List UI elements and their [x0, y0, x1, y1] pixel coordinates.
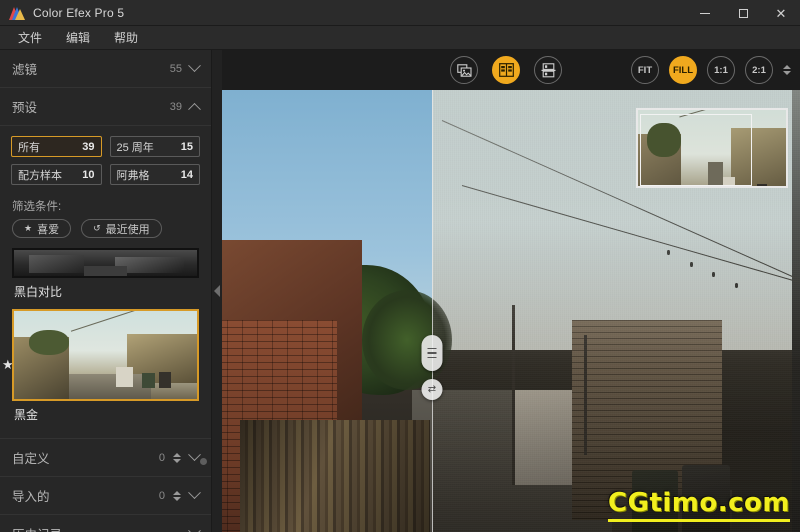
split-horizontal-icon: [541, 62, 555, 77]
zoom-level-group: FIT FILL 1:1 2:1: [631, 56, 791, 84]
category-count: 15: [180, 140, 193, 153]
collapse-left-icon: [214, 285, 220, 297]
left-sidebar: 滤镜 55 预设 39 所有 39 25 周年 15 配方样本 10 阿弗格 1…: [0, 50, 212, 532]
category-afga[interactable]: 阿弗格 14: [109, 164, 200, 185]
custom-section-header[interactable]: 自定义 0: [0, 439, 211, 477]
category-count: 14: [180, 168, 193, 181]
category-label: 阿弗格: [116, 169, 150, 182]
zoom-fit-button[interactable]: FIT: [631, 56, 659, 84]
zoom-2to1-button[interactable]: 2:1: [745, 56, 773, 84]
filter-favorite-pill[interactable]: ★ 喜爱: [12, 219, 72, 238]
menu-bar: 文件 编辑 帮助: [0, 26, 800, 50]
filters-section-header[interactable]: 滤镜 55: [0, 50, 211, 88]
zoom-1to1-button[interactable]: 1:1: [707, 56, 735, 84]
zoom-stepper-icon[interactable]: [783, 65, 791, 75]
presets-section-title: 预设: [12, 101, 38, 115]
view-mode-group: [450, 56, 562, 84]
custom-section-title: 自定义: [12, 452, 50, 466]
watermark: CGtimo.com: [608, 488, 790, 522]
filters-section-count: 55: [169, 62, 182, 75]
star-icon: ★: [24, 223, 33, 233]
filter-conditions-label: 筛选条件:: [12, 201, 62, 213]
split-vertical-view-button[interactable]: [492, 56, 520, 84]
chevron-up-icon: [188, 102, 201, 116]
category-label: 25 周年: [116, 141, 154, 154]
photo-original: [212, 90, 432, 532]
filter-conditions-group: ★ 喜爱 ↺ 最近使用: [0, 219, 211, 248]
preset-label: 黑白对比: [14, 285, 63, 299]
chevron-down-icon: [188, 59, 201, 73]
single-view-button[interactable]: [450, 56, 478, 84]
preset-item-bw-contrast[interactable]: 黑白对比: [0, 248, 211, 309]
image-canvas[interactable]: ⇄ CGtimo.com: [212, 90, 800, 532]
imported-section-count: 0: [158, 489, 165, 502]
split-vertical-icon: [498, 63, 514, 77]
preset-thumbnail: [12, 309, 199, 401]
history-icon: ↺: [93, 223, 101, 233]
main-view: FIT FILL 1:1 2:1 ⇄ CGtimo.com: [212, 50, 800, 532]
stepper-icon[interactable]: [173, 490, 181, 501]
chevron-down-icon: [188, 486, 201, 500]
preset-thumbnail: [12, 248, 199, 278]
navigator-viewport-frame[interactable]: [640, 114, 752, 186]
split-divider-line: [432, 90, 433, 532]
split-divider-handles[interactable]: ⇄: [421, 335, 443, 400]
prism-logo-icon: [9, 6, 25, 20]
imported-section-title: 导入的: [12, 490, 50, 504]
category-all[interactable]: 所有 39: [11, 136, 102, 157]
imported-section-header[interactable]: 导入的 0: [0, 477, 211, 515]
filter-favorite-label: 喜爱: [37, 223, 60, 236]
drag-vertical-icon[interactable]: [421, 335, 443, 371]
menu-file[interactable]: 文件: [8, 26, 52, 49]
zoom-fill-button[interactable]: FILL: [669, 56, 697, 84]
sidebar-collapse-handle[interactable]: [212, 50, 222, 532]
swap-compare-icon[interactable]: ⇄: [421, 379, 443, 400]
chevron-down-icon: [188, 448, 201, 462]
history-section-title: 历史记录: [12, 524, 190, 532]
category-label: 所有: [18, 141, 40, 154]
menu-edit[interactable]: 编辑: [56, 26, 100, 49]
sidebar-scroll-indicator[interactable]: [200, 458, 207, 465]
filter-recent-pill[interactable]: ↺ 最近使用: [81, 219, 162, 238]
category-recipe-samples[interactable]: 配方样本 10: [11, 164, 102, 185]
custom-section-count: 0: [158, 451, 165, 464]
history-section-header[interactable]: 历史记录: [0, 515, 211, 532]
presets-section-count: 39: [169, 100, 182, 113]
filter-recent-label: 最近使用: [105, 223, 150, 236]
view-toolbar: FIT FILL 1:1 2:1: [212, 50, 800, 90]
title-bar: Color Efex Pro 5 ✕: [0, 0, 800, 26]
canvas-original-half: [212, 90, 432, 532]
stepper-icon[interactable]: [173, 452, 181, 463]
close-icon[interactable]: ✕: [762, 0, 800, 26]
preset-item-black-gold[interactable]: ★ 黑金: [0, 309, 211, 432]
stacked-images-icon: [456, 63, 472, 77]
maximize-icon[interactable]: [724, 0, 762, 26]
minimize-icon[interactable]: [686, 0, 724, 26]
preset-list: 黑白对比 ★ 黑金: [0, 248, 211, 438]
preset-label: 黑金: [14, 408, 39, 422]
chevron-down-icon: [188, 524, 201, 532]
presets-section-header[interactable]: 预设 39: [0, 88, 211, 126]
application-window: Color Efex Pro 5 ✕ 文件 编辑 帮助 滤镜 55 预设 39: [0, 0, 800, 532]
split-horizontal-view-button[interactable]: [534, 56, 562, 84]
navigator-thumbnail[interactable]: [636, 108, 788, 188]
window-title: Color Efex Pro 5: [33, 5, 125, 20]
sidebar-bottom-sections: 自定义 0 导入的 0 历史记录: [0, 438, 211, 532]
category-anniversary[interactable]: 25 周年 15: [109, 136, 200, 157]
window-controls: ✕: [686, 0, 800, 26]
menu-help[interactable]: 帮助: [104, 26, 148, 49]
category-count: 10: [82, 168, 95, 181]
category-label: 配方样本: [18, 169, 62, 182]
app-body: 滤镜 55 预设 39 所有 39 25 周年 15 配方样本 10 阿弗格 1…: [0, 50, 800, 532]
preset-category-group: 所有 39 25 周年 15 配方样本 10 阿弗格 14: [0, 126, 211, 189]
category-count: 39: [82, 140, 95, 153]
filters-section-title: 滤镜: [12, 63, 38, 77]
